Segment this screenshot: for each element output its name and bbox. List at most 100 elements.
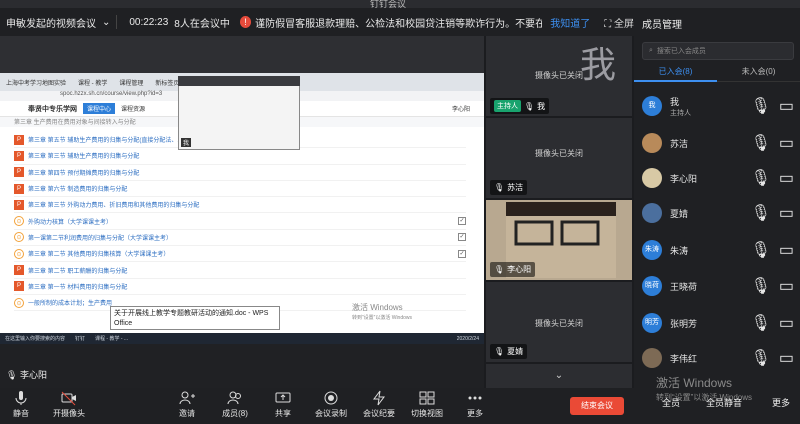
member-row[interactable]: 我 我 主持人 🎙 ▭: [642, 94, 796, 118]
members-label: 成员(8): [222, 409, 248, 418]
more-button[interactable]: 更多: [450, 390, 500, 419]
microphone-icon[interactable]: 🎙: [751, 313, 771, 333]
member-status: 🎙 ▭: [751, 96, 794, 116]
minutes-label: 会议纪要: [363, 409, 395, 418]
microphone-icon: 🎙: [494, 183, 505, 192]
video-tile[interactable]: 🎙 李心阳: [486, 200, 632, 280]
list-item: P 第三章 第一节 材料费用的归集与分配: [14, 279, 466, 295]
shared-mini-window-header: [178, 76, 300, 86]
microphone-icon[interactable]: 🎙: [751, 96, 771, 116]
mini-window-mic: 我: [181, 138, 192, 147]
tile-name: 李心阳: [507, 265, 532, 274]
taskbar-item: 2020/2/24: [456, 335, 479, 342]
microphone-icon[interactable]: 🎙: [751, 133, 771, 153]
camera-icon[interactable]: ▭: [779, 168, 794, 188]
activity-icon: ⊙: [14, 232, 24, 243]
share-footer: [0, 344, 484, 388]
tile-name: 夏婧: [507, 347, 524, 356]
ppt-icon: P: [14, 265, 24, 276]
tile-label: 🎙 夏婧: [490, 344, 528, 359]
invite-all-button[interactable]: 全员: [662, 396, 680, 409]
tab-not-joined[interactable]: 未入会(0): [717, 62, 800, 82]
invite-label: 邀请: [179, 409, 195, 418]
mute-all-button[interactable]: 全员静音: [706, 396, 742, 409]
tile-name: 苏洁: [507, 183, 524, 192]
activity-icon: ⊙: [14, 248, 24, 259]
member-row[interactable]: 李伟红 🎙 ▭: [642, 346, 796, 370]
member-row[interactable]: 夏婧 🎙 ▭: [642, 201, 796, 225]
microphone-icon[interactable]: 🎙: [751, 240, 771, 260]
add-user-icon: [179, 391, 195, 405]
mute-button[interactable]: 静音: [0, 390, 46, 419]
ppt-icon: P: [14, 281, 24, 292]
video-tile[interactable]: 摄像头已关闭 🎙 夏婧: [486, 282, 632, 362]
share-label: 共享: [275, 409, 291, 418]
sharer-name: 李心阳: [19, 370, 47, 380]
member-name: 李心阳: [670, 173, 698, 184]
shared-site-name: 奉贤中专乐学网: [28, 105, 77, 113]
member-row[interactable]: 朱涛 朱涛 🎙 ▭: [642, 238, 796, 262]
camera-off-label: 摄像头已关闭: [535, 71, 583, 80]
camera-off-icon[interactable]: ▭: [779, 348, 794, 368]
member-status: 🎙 ▭: [751, 240, 794, 260]
camera-button[interactable]: 开摄像头: [44, 390, 94, 419]
tile-label: 🎙 李心阳: [490, 262, 536, 277]
activate-windows-watermark: 激活 Windows: [656, 376, 733, 390]
record-button[interactable]: 会议录制: [306, 390, 356, 419]
shared-taskbar: 在这里输入你要搜索的内容 钉钉 课程 - 教学 - ... 2020/2/24: [0, 333, 484, 344]
ppt-icon: P: [14, 134, 24, 145]
avatar: 朱涛: [642, 240, 662, 260]
microphone-icon: 🎙: [6, 370, 18, 380]
video-tile[interactable]: ⌄: [486, 364, 632, 388]
member-status: 🎙 ▭: [751, 133, 794, 153]
dismiss-notice-link[interactable]: 我知道了: [550, 15, 590, 30]
member-search-input[interactable]: ⌕ 搜索已入会成员: [642, 42, 794, 60]
members-button[interactable]: 成员(8): [210, 390, 260, 419]
activate-title: 激活 Windows: [352, 303, 403, 312]
list-item: P 第三章 第二节 职工薪酬的归集与分配: [14, 262, 466, 279]
microphone-icon[interactable]: 🎙: [751, 203, 771, 223]
chevron-down-icon[interactable]: ⌄: [102, 17, 110, 28]
list-item: P 第三章 第三节 辅助生产费用的归集与分配: [14, 148, 466, 165]
camera-off-icon[interactable]: ▭: [779, 203, 794, 223]
microphone-icon[interactable]: 🎙: [751, 276, 771, 296]
tab-joined[interactable]: 已入会(8): [634, 62, 717, 82]
camera-label: 开摄像头: [53, 409, 85, 418]
avatar: [642, 348, 662, 368]
member-name: 李伟红: [670, 353, 698, 364]
microphone-icon[interactable]: 🎙: [751, 168, 771, 188]
camera-off-icon[interactable]: ▭: [779, 96, 794, 116]
search-placeholder: 搜索已入会成员: [656, 48, 706, 55]
camera-off-icon[interactable]: ▭: [779, 133, 794, 153]
video-tile[interactable]: 摄像头已关闭 🎙 苏洁: [486, 118, 632, 198]
camera-off-label: 摄像头已关闭: [535, 149, 583, 158]
shared-tab: 上海中考学习地图实验: [6, 80, 67, 87]
participant-count: 8人在会议中: [174, 18, 230, 30]
member-row[interactable]: 晓荷 王晓荷 🎙 ▭: [642, 274, 796, 298]
shared-site-menu: 课程资源: [121, 107, 146, 113]
chevron-down-icon[interactable]: ⌄: [486, 370, 632, 381]
minutes-button[interactable]: 会议纪要: [354, 390, 404, 419]
member-row[interactable]: 明芳 张明芳 🎙 ▭: [642, 311, 796, 335]
switch-view-button[interactable]: 切换视图: [402, 390, 452, 419]
end-meeting-button[interactable]: 结束会议: [570, 397, 624, 415]
share-button[interactable]: 共享: [258, 390, 308, 419]
members-more-button[interactable]: 更多: [772, 396, 790, 409]
fullscreen-button[interactable]: ⛶ 全屏: [604, 15, 634, 30]
switch-view-label: 切换视图: [411, 409, 443, 418]
camera-off-icon[interactable]: ▭: [779, 276, 794, 296]
camera-off-icon[interactable]: ▭: [779, 313, 794, 333]
camera-off-icon: [61, 391, 76, 406]
meeting-name[interactable]: 申敏发起的视频会议: [6, 15, 96, 30]
invite-button[interactable]: 邀请: [162, 390, 212, 419]
video-tile[interactable]: 我 摄像头已关闭 主持人 🎙 我: [486, 36, 632, 116]
member-row[interactable]: 苏洁 🎙 ▭: [642, 131, 796, 155]
member-name: 朱涛: [670, 245, 689, 256]
camera-off-icon[interactable]: ▭: [779, 240, 794, 260]
shared-tab: 课程 - 教学: [78, 80, 108, 87]
member-row[interactable]: 李心阳 🎙 ▭: [642, 166, 796, 190]
divider: [116, 15, 118, 29]
member-role: 主持人: [670, 109, 691, 117]
activity-icon: ⊙: [14, 297, 24, 308]
microphone-icon[interactable]: 🎙: [751, 348, 771, 368]
